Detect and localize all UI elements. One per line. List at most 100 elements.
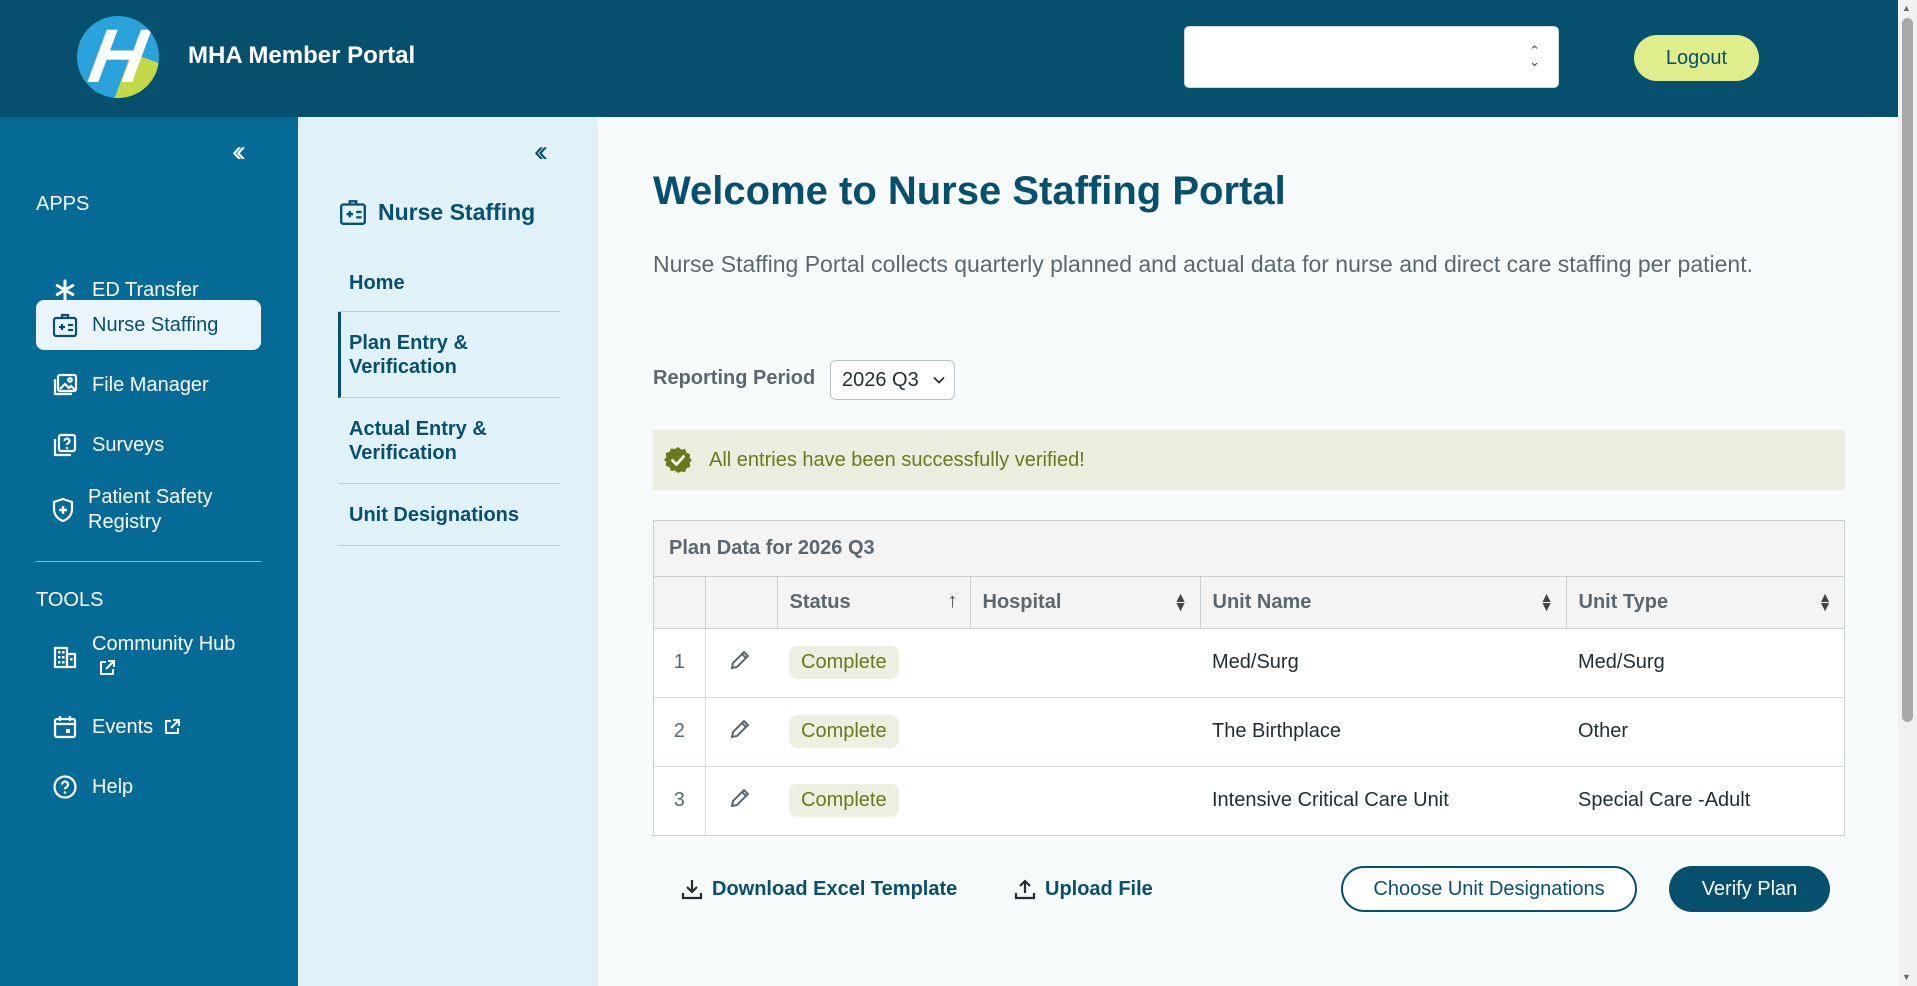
select-arrows-icon: ⌃ ⌄: [1529, 43, 1540, 69]
verify-plan-button[interactable]: Verify Plan: [1669, 866, 1830, 912]
external-link-icon: [165, 719, 181, 734]
chevron-down-icon: [933, 372, 945, 384]
hospital-cell: [970, 766, 1200, 835]
sidebar-item-patient-safety-registry[interactable]: Patient Safety Registry: [36, 480, 261, 540]
images-icon: [50, 370, 80, 400]
app-sidebar: ‹‹ APPS ED Transfer Nurse Staffing File …: [0, 117, 298, 986]
status-cell: Complete: [777, 697, 970, 767]
verified-check-icon: [663, 445, 693, 475]
sidebar-item-community-hub[interactable]: Community Hub: [36, 627, 261, 687]
table-row: 2 Complete The Birthplace Other: [654, 697, 1844, 767]
plan-data-table: Plan Data for 2026 Q3 Status ↑ Hospital ▲ ▼…: [653, 520, 1845, 836]
unit-type-cell: Med/Surg: [1566, 628, 1844, 698]
subnav-item-home[interactable]: Home: [338, 254, 560, 312]
status-badge: Complete: [789, 715, 899, 748]
column-header-status[interactable]: Status ↑: [777, 577, 971, 629]
unit-type-cell: Special Care -Adult: [1578, 789, 1751, 812]
pencil-icon: [730, 788, 749, 808]
sidebar-item-nurse-staffing[interactable]: Nurse Staffing: [36, 300, 261, 350]
subnav-title: Nurse Staffing: [338, 197, 535, 227]
shield-plus-icon: [50, 495, 76, 525]
status-cell: Complete: [777, 628, 970, 698]
page-scrollbar[interactable]: ▲ ▼: [1898, 0, 1917, 986]
upload-icon: [1014, 879, 1036, 900]
reporting-period-label: Reporting Period: [653, 367, 816, 389]
column-header-unit-type[interactable]: Unit Type ▲ ▼: [1566, 577, 1844, 629]
table-actions: Download Excel Template Upload File Choo…: [653, 866, 1845, 912]
sidebar-item-label: File Manager: [92, 373, 209, 396]
sidebar-item-label: Patient Safety Registry: [88, 486, 213, 533]
unit-name-cell: The Birthplace: [1200, 697, 1566, 767]
table-row: 1 Complete Med/Surg Med/Surg: [654, 628, 1844, 698]
unit-name-cell: Intensive Critical Care Unit: [1212, 789, 1449, 812]
sidebar-item-file-manager[interactable]: File Manager: [36, 360, 261, 410]
sidebar-item-events[interactable]: Events: [36, 702, 261, 752]
page-title: Welcome to Nurse Staffing Portal: [653, 169, 1286, 213]
row-number: 2: [654, 697, 706, 767]
row-number: 3: [654, 766, 706, 835]
external-link-icon: [100, 660, 115, 675]
pencil-icon: [730, 719, 749, 738]
badge-icon: [50, 310, 80, 340]
sort-icon: ▲ ▼: [1539, 589, 1554, 614]
apps-heading: APPS: [36, 193, 90, 215]
sidebar-item-label: Nurse Staffing: [92, 313, 219, 336]
pencil-icon: [730, 650, 749, 669]
subnav-item-actual-entry[interactable]: Actual Entry & Verification: [338, 398, 560, 484]
sort-ascending-icon: ↑: [947, 590, 958, 612]
hospital-cell: [970, 628, 1200, 698]
unit-name-cell: Med/Surg: [1200, 628, 1566, 698]
badge-icon: [338, 197, 368, 227]
status-cell: Complete: [777, 766, 970, 835]
sort-icon: ▲ ▼: [1818, 589, 1832, 614]
sidebar-item-surveys[interactable]: Surveys: [36, 420, 261, 470]
sidebar-item-label: ED Transfer: [92, 278, 199, 301]
upload-file-button[interactable]: Upload File: [1013, 866, 1153, 912]
row-number: 1: [654, 628, 706, 698]
column-header-hospital[interactable]: Hospital ▲ ▼: [970, 577, 1201, 629]
sidebar-item-help[interactable]: Help: [36, 762, 261, 812]
help-circle-icon: [50, 772, 80, 802]
subnav-item-unit-designations[interactable]: Unit Designations: [338, 484, 560, 546]
scroll-down-icon[interactable]: ▼: [1902, 972, 1911, 982]
subnav-item-plan-entry[interactable]: Plan Entry & Verification: [338, 312, 560, 398]
alert-text: All entries have been successfully verif…: [709, 448, 1085, 471]
reporting-period-select[interactable]: 2026 Q3: [830, 360, 955, 400]
app-title: MHA Member Portal: [188, 42, 416, 69]
column-header-index: [654, 577, 706, 629]
calendar-icon: [50, 712, 80, 742]
edit-row-button[interactable]: [705, 628, 777, 698]
status-badge: Complete: [789, 646, 899, 679]
sidebar-divider: [36, 561, 261, 562]
question-square-icon: [50, 430, 80, 460]
app-subnav: ‹‹ Nurse Staffing Home Plan Entry & Veri…: [298, 117, 598, 986]
double-chevron-left-icon[interactable]: ‹‹: [232, 137, 246, 167]
column-header-edit: [705, 577, 778, 629]
edit-row-button[interactable]: [705, 697, 777, 767]
hospital-cell: [970, 697, 1200, 767]
choose-unit-designations-button[interactable]: Choose Unit Designations: [1341, 866, 1637, 912]
download-icon: [681, 880, 703, 900]
success-alert: All entries have been successfully verif…: [653, 430, 1845, 490]
column-header-unit-name[interactable]: Unit Name ▲ ▼: [1200, 577, 1567, 629]
sidebar-item-label: Community Hub: [92, 632, 235, 682]
scroll-up-icon[interactable]: ▲: [1902, 3, 1911, 13]
logout-button[interactable]: Logout: [1634, 35, 1759, 81]
building-icon: [50, 642, 80, 672]
sidebar-item-label: Events: [92, 715, 154, 738]
mha-logo[interactable]: H: [77, 16, 159, 98]
edit-row-button[interactable]: [705, 766, 777, 835]
download-template-button[interactable]: Download Excel Template: [680, 866, 957, 912]
scrollbar-thumb[interactable]: [1902, 18, 1913, 722]
main-content: Welcome to Nurse Staffing Portal Nurse S…: [598, 117, 1898, 986]
tools-heading: TOOLS: [36, 589, 104, 611]
organization-select[interactable]: ⌃ ⌄: [1184, 26, 1559, 88]
double-chevron-left-icon[interactable]: ‹‹: [534, 137, 548, 167]
page-description: Nurse Staffing Portal collects quarterly…: [653, 251, 1753, 277]
top-header: H MHA Member Portal ⌃ ⌄ Logout: [0, 0, 1898, 117]
sort-icon: ▲ ▼: [1173, 589, 1188, 614]
sidebar-item-label: Help: [92, 775, 134, 798]
status-badge: Complete: [789, 784, 899, 818]
table-caption: Plan Data for 2026 Q3: [654, 521, 1844, 577]
sidebar-item-label: Surveys: [92, 433, 165, 456]
